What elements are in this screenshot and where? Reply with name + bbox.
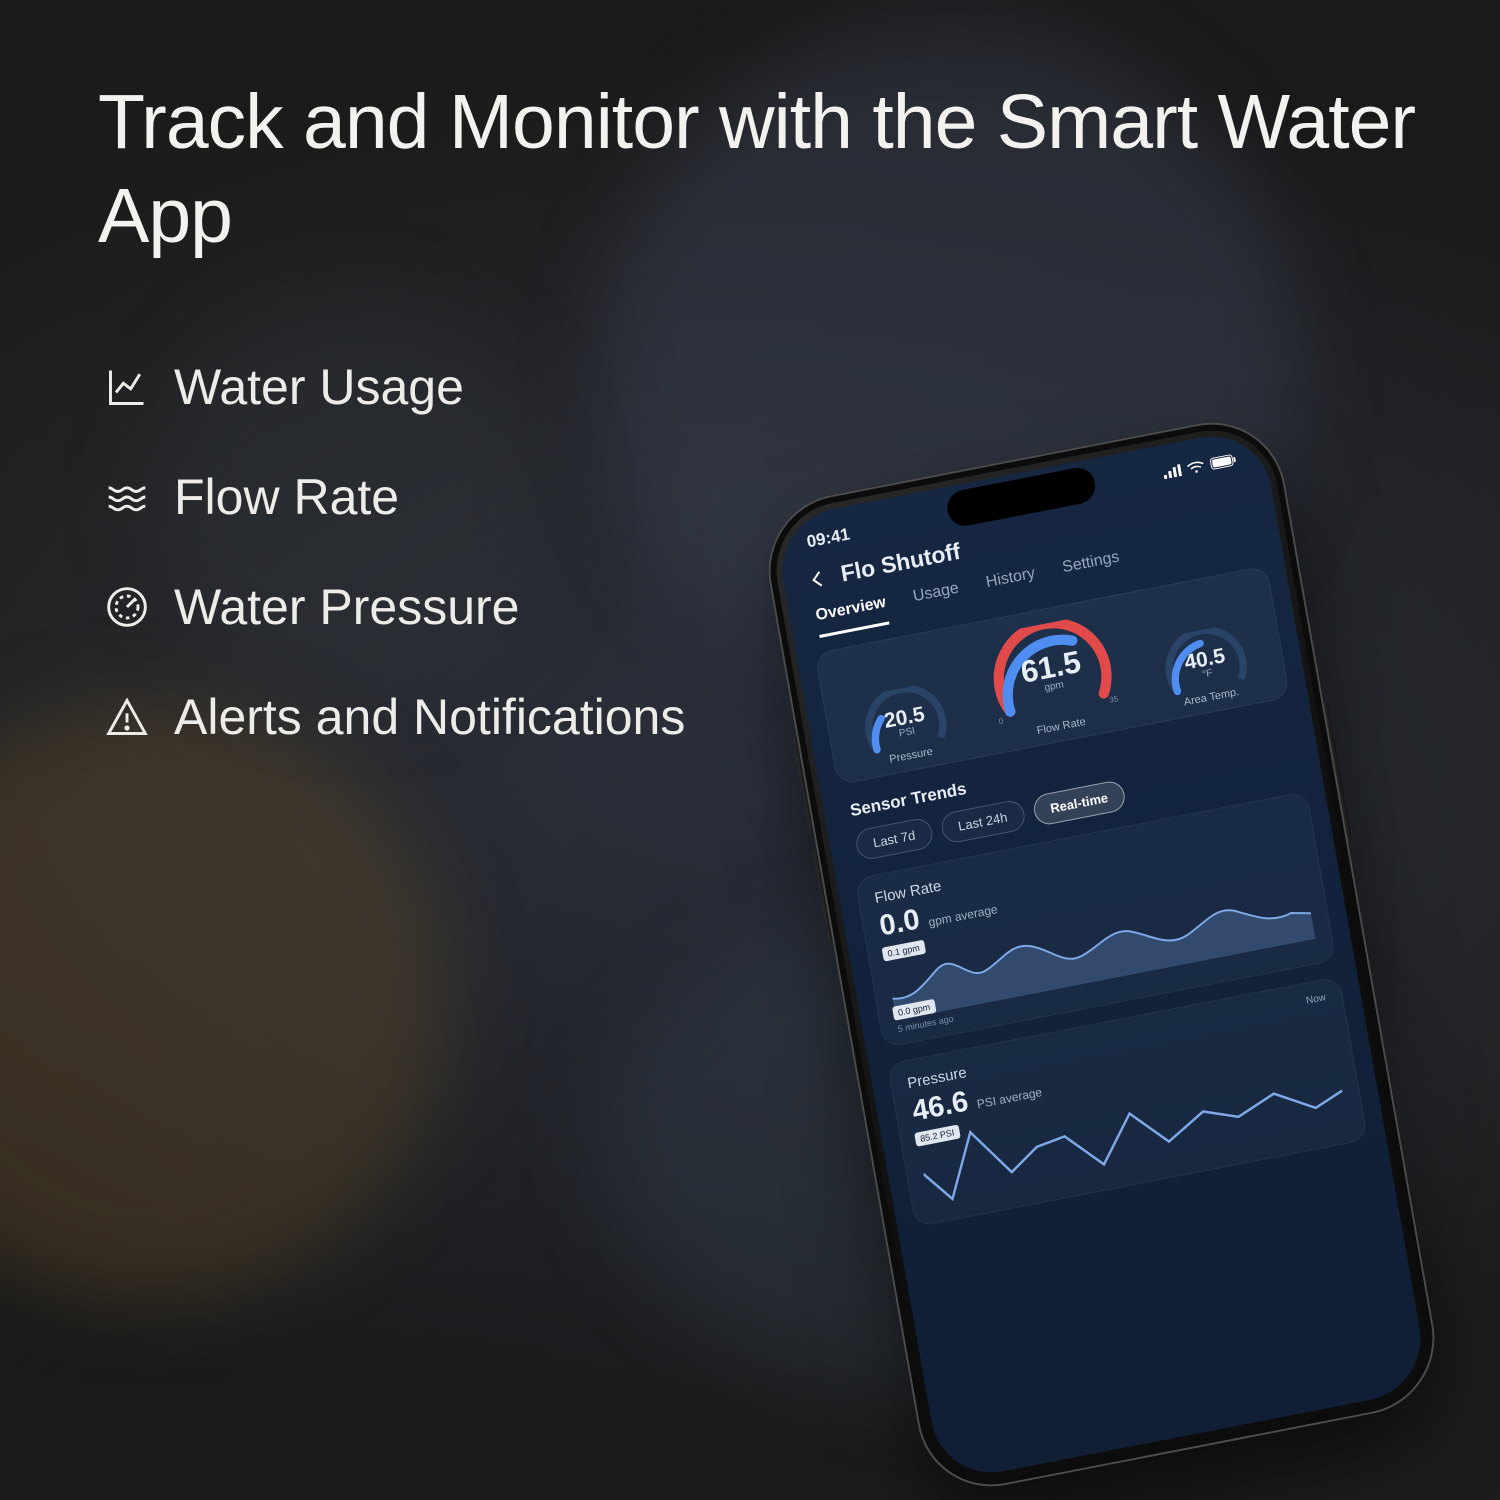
battery-icon [1209,453,1237,470]
bullet-alerts: Alerts and Notifications [98,662,685,772]
back-button[interactable] [804,565,832,593]
bullet-flow-rate: Flow Rate [98,442,685,552]
feature-bullets: Water Usage Flow Rate Water Pressure Ale… [98,332,685,772]
gauge-temp[interactable]: 40.5 °F Area Temp. [1153,621,1259,712]
card-value: 46.6 [910,1085,971,1127]
headline-text: Track and Monitor with the Smart Water A… [98,76,1500,264]
card-value-sub: gpm average [927,902,998,929]
tab-overview[interactable]: Overview [814,594,889,638]
gauge-icon [98,585,156,629]
scale-max: 35 [1109,694,1119,705]
bullet-water-usage: Water Usage [98,332,685,442]
wifi-icon [1186,459,1206,474]
gauge-label: Flow Rate [1036,716,1087,737]
gauge-pressure[interactable]: 20.5 PSI Pressure [853,680,959,771]
waves-icon [98,475,156,519]
bullet-label: Alerts and Notifications [174,688,685,746]
promo-scene: Track and Monitor with the Smart Water A… [0,0,1500,1500]
bullet-label: Water Usage [174,358,464,416]
chart-line-icon [98,365,156,409]
bullet-label: Water Pressure [174,578,519,636]
signal-icon [1162,464,1182,479]
card-value-sub: PSI average [976,1085,1043,1111]
chip-last-7d[interactable]: Last 7d [854,816,935,861]
tab-history[interactable]: History [985,565,1039,605]
bullet-water-pressure: Water Pressure [98,552,685,662]
alert-icon [98,695,156,739]
card-value: 0.0 [877,903,922,942]
scale-min: 0 [998,717,1004,727]
chip-real-time[interactable]: Real-time [1031,779,1127,827]
gauge-flow[interactable]: 61.5 gpm 035 Flow Rate [977,611,1129,745]
chip-last-24h[interactable]: Last 24h [939,798,1027,845]
bullet-label: Flow Rate [174,468,399,526]
tab-usage[interactable]: Usage [912,580,963,619]
tab-settings[interactable]: Settings [1061,548,1123,590]
